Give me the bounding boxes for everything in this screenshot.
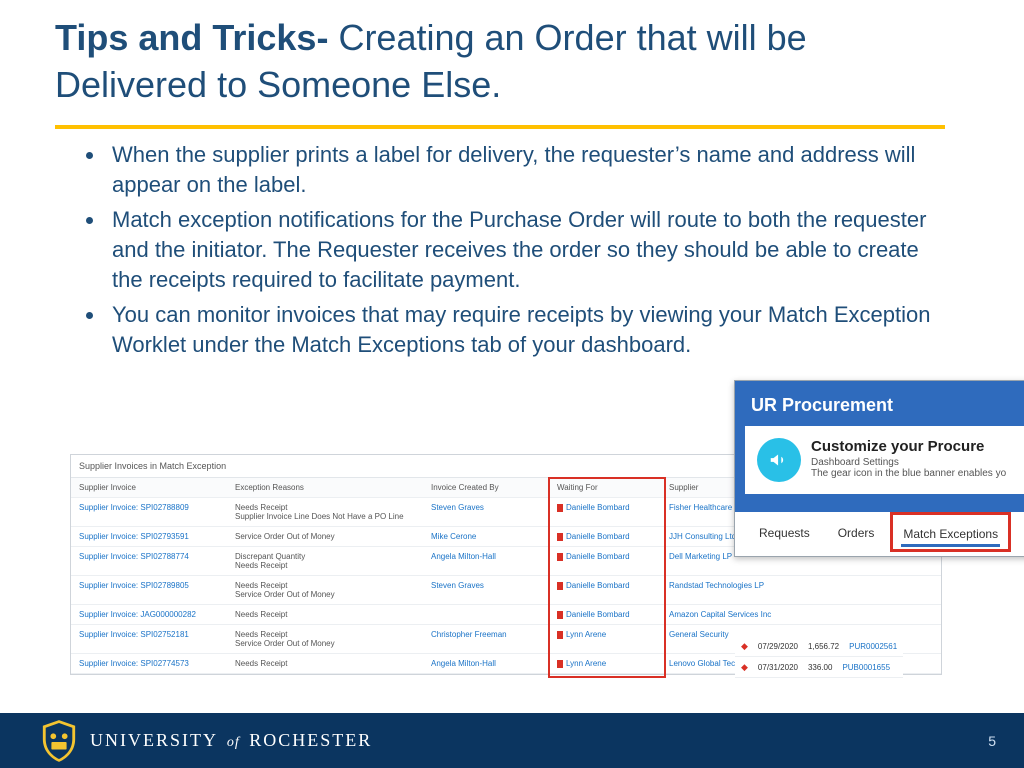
waiting-link[interactable]: Danielle Bombard	[566, 552, 630, 561]
waiting-link[interactable]: Lynn Arene	[566, 630, 606, 639]
creator-link[interactable]: Christopher Freeman	[431, 630, 507, 639]
waiting-link[interactable]: Danielle Bombard	[566, 610, 630, 619]
title-bold: Tips and Tricks-	[55, 17, 328, 58]
peek-row: ◆ 07/31/2020 336.00 PUB0001655	[735, 657, 903, 678]
footer-bar: UNIVERSITY of ROCHESTER 5	[0, 713, 1024, 768]
flag-icon	[557, 631, 563, 639]
col-waiting: Waiting For	[549, 478, 661, 498]
creator-link[interactable]: Angela Milton-Hall	[431, 659, 496, 668]
creator-link[interactable]: Mike Cerone	[431, 532, 476, 541]
supplier-link[interactable]: Randstad Technologies LP	[669, 581, 764, 590]
tab-match-exceptions[interactable]: Match Exceptions	[893, 515, 1008, 549]
card-title: Customize your Procure	[811, 438, 1006, 455]
col-by: Invoice Created By	[423, 478, 549, 498]
card-header: UR Procurement	[735, 381, 1024, 426]
supplier-link[interactable]: Amazon Capital Services Inc	[669, 610, 771, 619]
bullet-item: You can monitor invoices that may requir…	[106, 300, 954, 359]
invoice-link[interactable]: Supplier Invoice: JAG000000282	[79, 610, 196, 619]
supplier-link[interactable]: General Security	[669, 630, 729, 639]
diamond-icon: ◆	[741, 641, 748, 652]
bullet-list: When the supplier prints a label for del…	[82, 140, 954, 366]
bullet-item: Match exception notifications for the Pu…	[106, 205, 954, 294]
supplier-link[interactable]: JJH Consulting Ltd	[669, 532, 736, 541]
tab-orders[interactable]: Orders	[824, 512, 889, 552]
creator-link[interactable]: Angela Milton-Hall	[431, 552, 496, 561]
slide-title: Tips and Tricks- Creating an Order that …	[55, 15, 944, 109]
waiting-link[interactable]: Danielle Bombard	[566, 532, 630, 541]
table-row: Supplier Invoice: SPI02789805Needs Recei…	[71, 576, 941, 605]
invoice-link[interactable]: Supplier Invoice: SPI02788774	[79, 552, 189, 561]
bullet-item: When the supplier prints a label for del…	[106, 140, 954, 199]
invoice-link[interactable]: Supplier Invoice: SPI02752181	[79, 630, 189, 639]
tab-highlight: Match Exceptions	[890, 512, 1011, 552]
card-tabs: Requests Orders Match Exceptions	[735, 512, 1024, 556]
peek-row: ◆ 07/29/2020 1,656.72 PUR0002561	[735, 636, 903, 657]
table-row: Supplier Invoice: JAG000000282Needs Rece…	[71, 605, 941, 625]
col-reason: Exception Reasons	[227, 478, 423, 498]
card-subtitle: Dashboard Settings	[811, 457, 1006, 468]
flag-icon	[557, 533, 563, 541]
university-name: UNIVERSITY of ROCHESTER	[90, 730, 372, 751]
invoice-link[interactable]: Supplier Invoice: SPI02774573	[79, 659, 189, 668]
peek-rows: ◆ 07/29/2020 1,656.72 PUR0002561 ◆ 07/31…	[735, 636, 903, 678]
col-invoice: Supplier Invoice	[71, 478, 227, 498]
flag-icon	[557, 553, 563, 561]
flag-icon	[557, 611, 563, 619]
flag-icon	[557, 660, 563, 668]
diamond-icon: ◆	[741, 662, 748, 673]
megaphone-icon	[757, 438, 801, 482]
creator-link[interactable]: Steven Graves	[431, 503, 484, 512]
procurement-card: UR Procurement Customize your Procure Da…	[734, 380, 1024, 557]
card-desc: The gear icon in the blue banner enables…	[811, 468, 1006, 479]
flag-icon	[557, 504, 563, 512]
supplier-link[interactable]: Dell Marketing LP	[669, 552, 732, 561]
card-body: Customize your Procure Dashboard Setting…	[745, 426, 1024, 494]
title-underline	[55, 125, 945, 129]
waiting-link[interactable]: Danielle Bombard	[566, 581, 630, 590]
creator-link[interactable]: Steven Graves	[431, 581, 484, 590]
invoice-link[interactable]: Supplier Invoice: SPI02793591	[79, 532, 189, 541]
tab-requests[interactable]: Requests	[745, 512, 824, 552]
university-seal-icon	[40, 719, 78, 763]
invoice-link[interactable]: Supplier Invoice: SPI02788809	[79, 503, 189, 512]
invoice-link[interactable]: Supplier Invoice: SPI02789805	[79, 581, 189, 590]
flag-icon	[557, 582, 563, 590]
page-number: 5	[988, 733, 996, 749]
waiting-link[interactable]: Danielle Bombard	[566, 503, 630, 512]
waiting-link[interactable]: Lynn Arene	[566, 659, 606, 668]
